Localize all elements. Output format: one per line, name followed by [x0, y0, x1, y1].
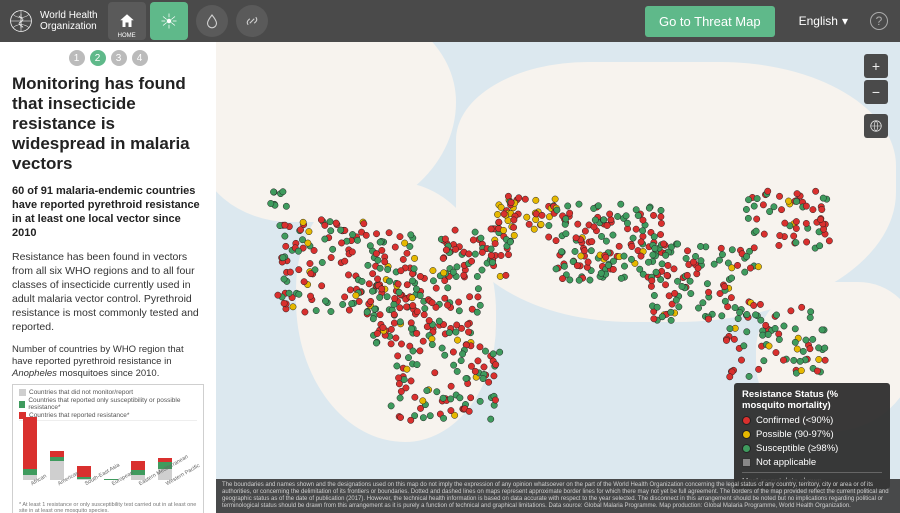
legend-header: Resistance Status (% mosquito mortality) — [742, 389, 882, 411]
chart-footnote: * At least 1 resistance or only suscepti… — [19, 502, 197, 513]
who-logo: World Health Organization — [8, 8, 98, 34]
language-selector[interactable]: English ▾ — [799, 14, 848, 28]
drop-icon — [203, 12, 221, 30]
step-indicator: 1 2 3 4 — [12, 50, 204, 66]
bar-chart: Countries that did not monitor/reportCou… — [12, 384, 204, 513]
globe-button[interactable] — [864, 114, 888, 138]
nav-home[interactable]: HOME — [108, 2, 146, 40]
org-name-line1: World Health — [40, 10, 98, 21]
link-icon — [243, 12, 261, 30]
chevron-down-icon: ▾ — [842, 14, 848, 28]
step-4[interactable]: 4 — [132, 50, 148, 66]
zoom-out-button[interactable]: − — [864, 80, 888, 104]
zoom-in-button[interactable]: + — [864, 54, 888, 78]
home-icon — [118, 12, 136, 30]
step-1[interactable]: 1 — [69, 50, 85, 66]
who-emblem-icon — [8, 8, 34, 34]
main-content: 1 2 3 4 Monitoring has found that insect… — [0, 42, 900, 513]
nav-mosquito[interactable] — [150, 2, 188, 40]
legend-label-na: Not applicable — [756, 457, 816, 468]
map-disclaimer: The boundaries and names shown and the d… — [216, 479, 900, 513]
nav-drop[interactable] — [196, 5, 228, 37]
panel-title: Monitoring has found that insecticide re… — [12, 74, 204, 174]
sidebar: 1 2 3 4 Monitoring has found that insect… — [0, 42, 216, 513]
legend-swatch-na — [742, 458, 751, 467]
globe-icon — [869, 119, 883, 133]
step-3[interactable]: 3 — [111, 50, 127, 66]
step-2[interactable]: 2 — [90, 50, 106, 66]
map-legend: Resistance Status (% mosquito mortality)… — [734, 383, 890, 489]
map-controls: + − — [864, 54, 888, 138]
language-label: English — [799, 14, 838, 28]
help-button[interactable]: ? — [870, 12, 888, 30]
panel-subtitle: 60 of 91 malaria-endemic countries have … — [12, 184, 204, 240]
top-bar: World Health Organization HOME Go to Thr… — [0, 0, 900, 42]
chart-caption: Number of countries by WHO region that h… — [12, 344, 204, 380]
mosquito-icon — [160, 12, 178, 30]
nav-link[interactable] — [236, 5, 268, 37]
panel-body: Resistance has been found in vectors fro… — [12, 250, 204, 334]
map[interactable]: + − Resistance Status (% mosquito mortal… — [216, 42, 900, 513]
go-to-threat-map-button[interactable]: Go to Threat Map — [645, 6, 775, 37]
org-name-line2: Organization — [40, 21, 98, 32]
